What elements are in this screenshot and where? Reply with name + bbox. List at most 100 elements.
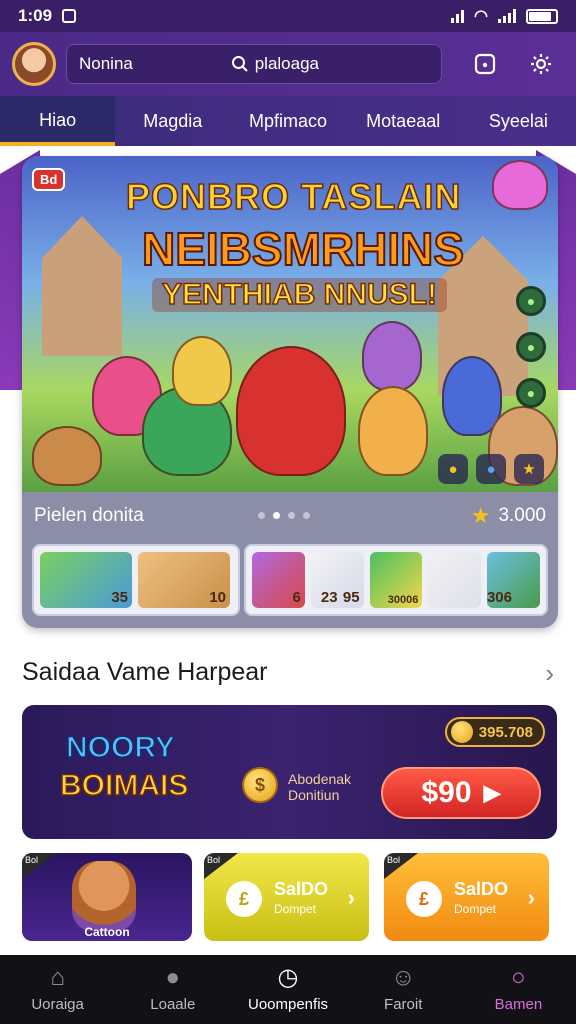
corner-tag: Bol — [384, 853, 418, 879]
thumbnail[interactable]: 30006 — [369, 552, 423, 608]
tab-motaeaal[interactable]: Motaeaal — [346, 96, 461, 146]
carousel-dot[interactable] — [288, 512, 295, 519]
coin-amount: 395.708 — [478, 723, 533, 741]
chevron-right-icon[interactable]: › — [545, 658, 554, 689]
thumbnail-count: 6 — [292, 589, 301, 606]
search-icon — [231, 56, 248, 72]
star-icon: ★ — [470, 503, 491, 528]
search-bar[interactable]: Nonina plaloaga — [66, 44, 442, 84]
saldo-text: SalDO Dompet — [274, 879, 328, 916]
cat-card-label: Cattoon — [84, 925, 130, 939]
chevron-right-icon: › — [347, 885, 355, 910]
coin-icon — [450, 721, 473, 743]
gamepad-icon: ● — [165, 964, 181, 991]
saldo-card-orange[interactable]: Bol £ SalDO Dompet › — [384, 853, 549, 941]
status-time: 1:09 — [18, 6, 53, 25]
thumbnail[interactable]: 35 — [40, 552, 132, 608]
character-blonde — [358, 386, 428, 476]
hero-title-line2: NEIBSMRHINS — [141, 222, 465, 276]
thumbnail[interactable]: 23 95 — [310, 552, 364, 608]
side-action-button-3[interactable]: ● — [516, 378, 546, 408]
search-icon: ○ — [511, 964, 526, 991]
avatar[interactable] — [12, 42, 56, 86]
nav-profile[interactable]: ☺ Faroit — [346, 955, 461, 1024]
wallet-icon: £ — [406, 881, 442, 917]
cat-game-card[interactable]: Bol Cattoon — [22, 853, 192, 941]
featured-game-card[interactable]: Bd PONBRO TASLAIN NEIBSMRHINS YENTHIAB N… — [22, 156, 558, 628]
carousel-dot[interactable] — [258, 512, 265, 519]
tab-magdia[interactable]: Magdia — [115, 96, 230, 146]
play-icon[interactable]: ● — [476, 454, 506, 484]
top-bar: Nonina plaloaga — [0, 32, 576, 96]
nav-home[interactable]: ⌂ Uoraiga — [0, 955, 115, 1024]
thumbnail-strip-left: 35 10 — [32, 544, 240, 616]
hero-title-line1: PONBRO TASLAIN — [125, 175, 462, 218]
nav-search-label: Bamen — [494, 996, 543, 1013]
star-icon[interactable]: ★ — [514, 454, 544, 484]
promo-text: Abodenak Donitiun — [288, 771, 351, 803]
inbox-icon[interactable] — [472, 51, 498, 77]
promo-banner[interactable]: NOORY BOIMAIS $ Abodenak Donitiun 395.70… — [22, 705, 557, 839]
thumbnail-count: 23 — [320, 589, 338, 606]
saldo-text: SalDO Dompet — [454, 879, 508, 916]
battery-icon — [526, 8, 558, 24]
cat-character — [72, 861, 136, 931]
carousel-dots[interactable] — [258, 512, 310, 519]
house-left — [42, 216, 122, 356]
nav-games[interactable]: ● Loaale — [115, 955, 230, 1024]
rating: ★ 3.000 — [471, 503, 546, 529]
promo-text-line2: Donitiun — [288, 787, 340, 803]
rating-value: 3.000 — [498, 505, 546, 526]
carousel-dot[interactable] — [303, 512, 310, 519]
price-label: $90 — [421, 776, 472, 809]
home-icon: ⌂ — [50, 964, 65, 991]
thumbnail[interactable]: 6 — [252, 552, 305, 608]
hero-info-row: Pielen donita ★ 3.000 — [22, 492, 558, 540]
settings-icon[interactable] — [528, 51, 554, 77]
corner-tag: Bol — [204, 853, 238, 879]
corner-tag: Bol — [22, 853, 56, 879]
nav-profile-label: Faroit — [384, 996, 423, 1013]
side-action-button-1[interactable]: ● — [516, 286, 546, 316]
character-pink-monster — [492, 160, 548, 210]
chevron-right-icon: › — [527, 885, 535, 910]
character-purple — [362, 321, 422, 391]
promo-logo-line2: BOIMAIS — [59, 768, 189, 803]
search-text: plaloaga — [254, 54, 319, 73]
hero-card-title: Pielen donita — [34, 505, 144, 526]
promo-logo: NOORY BOIMAIS — [52, 725, 212, 815]
play-arrow-icon: ▶ — [483, 780, 501, 805]
nav-history-label: Uoompenfis — [247, 996, 329, 1013]
bottom-nav: ⌂ Uoraiga ● Loaale ◷ Uoompenfis ☺ Faroit… — [0, 955, 576, 1024]
notification-icon — [62, 9, 77, 23]
tab-mpfimaco[interactable]: Mpfimaco — [230, 96, 345, 146]
hero-title-line3: YENTHIAB NNUSL! — [152, 277, 447, 312]
thumbnail[interactable]: 10 — [138, 552, 230, 608]
coin-icon: $ — [242, 767, 278, 803]
saldo-card-yellow[interactable]: Bol £ SalDO Dompet › — [204, 853, 369, 941]
signal-icon — [451, 9, 465, 23]
tab-hiao[interactable]: Hiao — [0, 96, 116, 146]
thumbnail-count: 35 — [111, 589, 128, 606]
character-yellow — [172, 336, 232, 406]
hero-badge: Bd — [32, 168, 66, 191]
side-action-button-2[interactable]: ● — [516, 332, 546, 362]
wallet-icon: £ — [226, 881, 262, 917]
tab-syeelai[interactable]: Syeelai — [461, 96, 576, 146]
thumbnail[interactable]: 306 — [487, 552, 540, 608]
saldo-subtitle: Dompet — [274, 902, 317, 916]
thumbnail[interactable] — [428, 552, 482, 608]
category-tabs: Hiao Magdia Mpfimaco Motaeaal Syeelai — [0, 96, 576, 146]
nav-history[interactable]: ◷ Uoompenfis — [230, 955, 345, 1024]
coin-icon[interactable]: ● — [438, 454, 468, 484]
coin-balance-chip[interactable]: 395.708 — [444, 717, 545, 747]
buy-button[interactable]: $90 ▶ — [381, 767, 541, 819]
hero-banner[interactable]: Bd PONBRO TASLAIN NEIBSMRHINS YENTHIAB N… — [22, 156, 558, 492]
carousel-dot-active[interactable] — [273, 512, 280, 519]
thumbnail-count: 95 — [342, 589, 360, 606]
nav-home-label: Uoraiga — [31, 996, 84, 1013]
thumbnail-count: 30006 — [387, 594, 419, 606]
search-query[interactable]: plaloaga — [231, 54, 319, 74]
nav-search[interactable]: ○ Bamen — [461, 955, 576, 1024]
promo-logo-line1: NOORY — [65, 730, 175, 765]
